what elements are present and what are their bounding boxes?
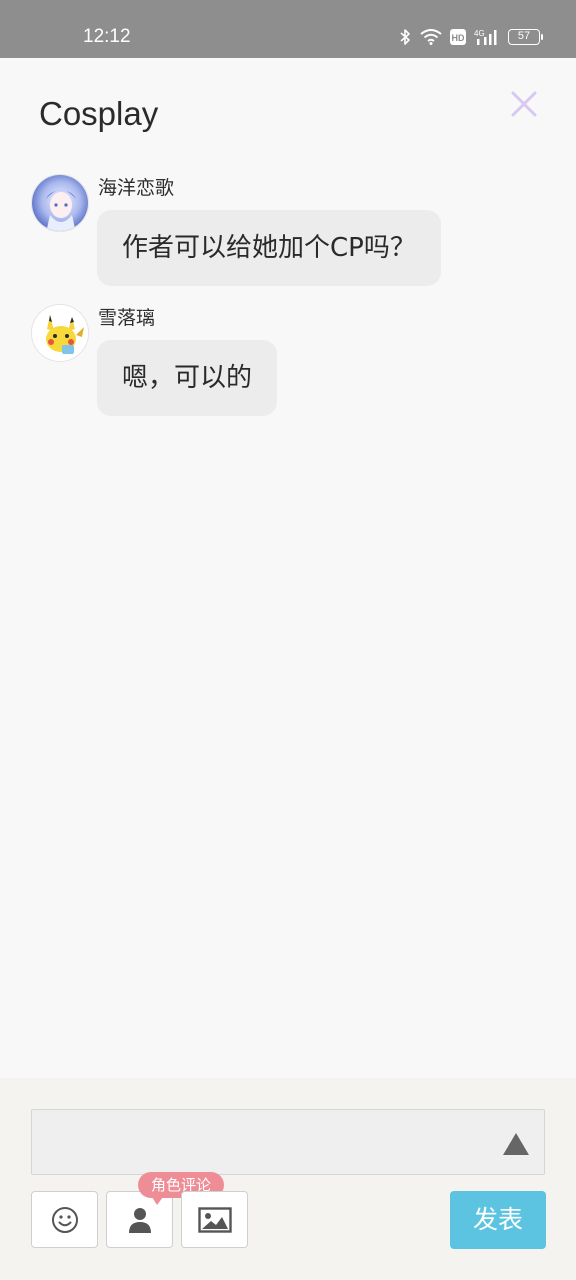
close-icon[interactable]: [506, 86, 542, 122]
message-bubble: 作者可以给她加个CP吗？: [97, 210, 441, 286]
page-title: Cosplay: [39, 95, 159, 132]
image-button[interactable]: [181, 1191, 248, 1248]
image-icon: [197, 1206, 232, 1233]
user-avatar[interactable]: [31, 174, 89, 232]
wifi-icon: [420, 29, 442, 45]
submit-button[interactable]: 发表: [450, 1191, 546, 1249]
person-icon: [128, 1207, 151, 1233]
hd-icon: HD: [450, 29, 466, 45]
anime-girl-avatar-icon: [32, 175, 88, 231]
composer-panel: 角色评论 发表: [0, 1078, 576, 1280]
bluetooth-icon: [400, 29, 410, 45]
username: 雪落璃: [98, 307, 156, 329]
user-avatar[interactable]: [31, 304, 89, 362]
signal-icon: 4G: [474, 29, 497, 45]
status-icons: HD 4G 57: [398, 24, 543, 50]
emoji-icon: [51, 1206, 78, 1233]
emoji-button[interactable]: [31, 1191, 98, 1248]
pikachu-avatar-icon: [32, 305, 88, 361]
network-type: 4G: [474, 29, 485, 38]
comment-input[interactable]: [31, 1109, 545, 1175]
triangle-up-icon[interactable]: [502, 1132, 530, 1156]
message-item: 海洋恋歌 作者可以给她加个CP吗？: [31, 174, 471, 290]
status-bar: 12:12 HD 4G 57: [0, 0, 576, 58]
hd-text: HD: [452, 33, 465, 43]
battery-icon: 57: [508, 29, 543, 45]
message-bubble: 嗯，可以的: [97, 340, 278, 416]
username: 海洋恋歌: [98, 177, 175, 199]
status-time: 12:12: [83, 26, 131, 47]
message-item: 雪落璃 嗯，可以的: [31, 304, 471, 420]
